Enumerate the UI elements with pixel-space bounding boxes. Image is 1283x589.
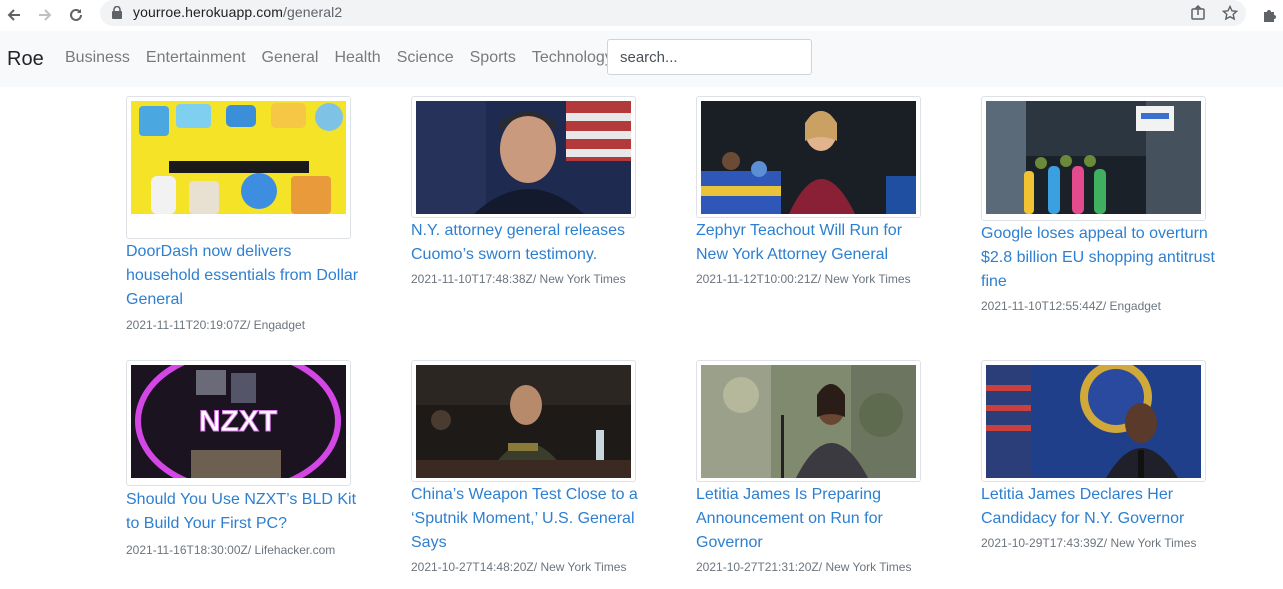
nav-link-health[interactable]: Health xyxy=(326,49,388,67)
article-image[interactable] xyxy=(981,360,1206,482)
article-title-link[interactable]: Should You Use NZXT’s BLD Kit to Build Y… xyxy=(126,488,361,536)
article-date: 2021-11-16T18:30:00Z xyxy=(126,543,248,557)
article-meta: 2021-11-10T12:55:44Z/ Engadget xyxy=(981,299,1161,313)
address-bar[interactable]: yourroe.herokuapp.com/general2 xyxy=(100,0,1246,26)
article-date: 2021-11-12T10:00:21Z xyxy=(696,272,818,286)
article-title-link[interactable]: Letitia James Declares Her Candidacy for… xyxy=(981,483,1216,531)
extensions-puzzle-icon[interactable] xyxy=(1258,3,1282,27)
article-image[interactable] xyxy=(411,96,636,218)
article-date: 2021-10-29T17:43:39Z xyxy=(981,536,1104,550)
article-image[interactable] xyxy=(696,360,921,482)
lock-icon xyxy=(112,5,122,24)
article-meta: 2021-10-27T21:31:20Z/ New York Times xyxy=(696,560,912,574)
nav-link-entertainment[interactable]: Entertainment xyxy=(138,49,254,67)
nav-link-science[interactable]: Science xyxy=(389,49,462,67)
forward-arrow-icon[interactable] xyxy=(33,3,57,27)
article-image[interactable] xyxy=(981,96,1206,221)
url-text[interactable]: yourroe.herokuapp.com/general2 xyxy=(133,4,342,20)
article-meta: 2021-10-29T17:43:39Z/ New York Times xyxy=(981,536,1197,550)
nav-link-business[interactable]: Business xyxy=(57,49,138,67)
article-source: Engadget xyxy=(253,318,306,332)
article-source: Engadget xyxy=(1109,299,1161,313)
article-meta: 2021-11-12T10:00:21Z/ New York Times xyxy=(696,272,911,286)
site-navbar: Roe Business Entertainment General Healt… xyxy=(0,31,1283,87)
article-title-link[interactable]: Google loses appeal to overturn $2.8 bil… xyxy=(981,222,1216,294)
article-meta: 2021-11-11T20:19:07Z/ Engadget xyxy=(126,318,306,332)
nzxt-logo-text: NZXT xyxy=(199,405,277,438)
url-host: yourroe.herokuapp.com xyxy=(133,4,283,20)
article-meta: 2021-11-16T18:30:00Z/ Lifehacker.com xyxy=(126,543,336,557)
nav-link-general[interactable]: General xyxy=(254,49,327,67)
browser-toolbar: yourroe.herokuapp.com/general2 xyxy=(0,0,1283,32)
article-source: New York Times xyxy=(1110,536,1197,550)
article-title-link[interactable]: Letitia James Is Preparing Announcement … xyxy=(696,483,931,555)
reload-icon[interactable] xyxy=(64,3,88,27)
article-title-link[interactable]: DoorDash now delivers household essentia… xyxy=(126,240,361,312)
article-image[interactable] xyxy=(696,96,921,218)
article-meta: 2021-11-10T17:48:38Z/ New York Times xyxy=(411,272,626,286)
article-source: New York Times xyxy=(539,272,626,286)
article-source: Lifehacker.com xyxy=(254,543,336,557)
article-image[interactable] xyxy=(411,360,636,482)
brand-logo[interactable]: Roe xyxy=(7,48,44,71)
category-nav: Business Entertainment General Health Sc… xyxy=(57,49,621,67)
article-source: New York Times xyxy=(540,560,627,574)
article-date: 2021-10-27T21:31:20Z xyxy=(696,560,819,574)
search-input[interactable] xyxy=(607,39,812,75)
article-date: 2021-11-11T20:19:07Z xyxy=(126,318,247,332)
nav-link-sports[interactable]: Sports xyxy=(462,49,524,67)
url-path: /general2 xyxy=(282,4,343,20)
article-meta: 2021-10-27T14:48:20Z/ New York Times xyxy=(411,560,627,574)
bookmark-star-icon[interactable] xyxy=(1220,3,1240,23)
share-icon[interactable] xyxy=(1188,3,1208,23)
article-source: New York Times xyxy=(824,272,911,286)
article-source: New York Times xyxy=(825,560,912,574)
article-title-link[interactable]: Zephyr Teachout Will Run for New York At… xyxy=(696,219,931,267)
article-title-link[interactable]: N.Y. attorney general releases Cuomo’s s… xyxy=(411,219,646,267)
article-date: 2021-11-10T17:48:38Z xyxy=(411,272,533,286)
article-date: 2021-11-10T12:55:44Z xyxy=(981,299,1103,313)
article-image[interactable]: NZXT xyxy=(126,360,351,486)
article-title-link[interactable]: China’s Weapon Test Close to a ‘Sputnik … xyxy=(411,483,646,555)
back-arrow-icon[interactable] xyxy=(2,3,26,27)
article-image[interactable] xyxy=(126,96,351,239)
article-date: 2021-10-27T14:48:20Z xyxy=(411,560,534,574)
